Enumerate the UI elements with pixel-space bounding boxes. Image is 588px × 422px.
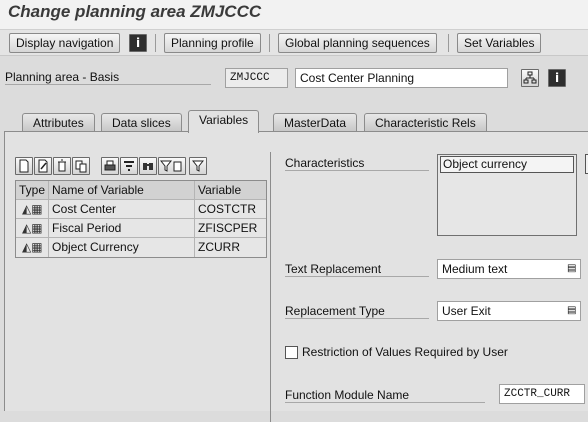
- characteristics-label: Characteristics: [285, 156, 429, 171]
- restriction-checkbox[interactable]: [285, 346, 298, 359]
- find-icon[interactable]: [139, 157, 157, 175]
- display-navigation-button[interactable]: Display navigation: [9, 33, 121, 53]
- table-cell-name: Cost Center: [49, 200, 195, 219]
- dropdown-icon: ▤: [567, 263, 577, 274]
- title-bar: Change planning area ZMJCCC: [0, 0, 588, 30]
- toolbar-separator: [155, 34, 156, 52]
- copy-icon[interactable]: [72, 157, 90, 175]
- set-variables-button[interactable]: Set Variables: [457, 33, 542, 53]
- grid-header-row: Type Name of Variable Variable: [16, 181, 266, 200]
- table-cell-variable: ZFISCPER: [198, 221, 258, 235]
- function-module-label: Function Module Name: [285, 388, 485, 403]
- replacement-type-dropdown[interactable]: User Exit ▤: [437, 301, 581, 321]
- filter-set-icon[interactable]: [158, 157, 186, 175]
- variable-type-icon: ◭▦: [22, 240, 43, 254]
- replacement-type-label: Replacement Type: [285, 304, 429, 319]
- info-icon[interactable]: i: [548, 69, 566, 87]
- tab-variables[interactable]: Variables: [188, 110, 260, 133]
- toolbar-separator: [269, 34, 270, 52]
- variable-type-icon: ◭▦: [22, 221, 43, 235]
- tab-masterdata[interactable]: MasterData: [273, 113, 358, 132]
- application-toolbar: Display navigation i Planning profile Gl…: [0, 30, 588, 56]
- planning-area-id-field: ZMJCCC: [225, 68, 288, 88]
- variables-list-area: Type Name of Variable Variable ◭▦ Cost C…: [11, 152, 271, 422]
- variable-type-icon: ◭▦: [22, 202, 43, 216]
- column-header-name[interactable]: Name of Variable: [49, 181, 195, 200]
- planning-area-label: Planning area - Basis: [5, 70, 211, 85]
- characteristics-selected-item[interactable]: Object currency: [440, 156, 574, 173]
- planning-area-description-field: Cost Center Planning: [295, 68, 508, 88]
- tab-attributes[interactable]: Attributes: [22, 113, 95, 132]
- text-replacement-dropdown[interactable]: Medium text ▤: [437, 259, 581, 279]
- column-header-type[interactable]: Type: [16, 181, 49, 200]
- dropdown-icon: ▤: [567, 305, 577, 316]
- global-planning-sequences-button[interactable]: Global planning sequences: [278, 33, 437, 53]
- table-row[interactable]: ◭▦ Fiscal Period ZFISCPER: [16, 219, 266, 238]
- edit-icon[interactable]: [34, 157, 52, 175]
- sort-icon[interactable]: [120, 157, 138, 175]
- hierarchy-icon[interactable]: [521, 69, 539, 87]
- page-title: Change planning area ZMJCCC: [8, 2, 262, 21]
- table-cell-variable: ZCURR: [198, 240, 240, 254]
- table-cell-variable: COSTCTR: [198, 202, 256, 216]
- tab-characteristic-rels[interactable]: Characteristic Rels: [364, 113, 487, 132]
- restriction-label: Restriction of Values Required by User: [302, 345, 508, 359]
- delete-icon[interactable]: [53, 157, 71, 175]
- planning-profile-button[interactable]: Planning profile: [164, 33, 261, 53]
- filter-icon[interactable]: [189, 157, 207, 175]
- replacement-type-value: User Exit: [442, 304, 491, 318]
- text-replacement-value: Medium text: [442, 262, 508, 276]
- tab-data-slices[interactable]: Data slices: [101, 113, 182, 132]
- characteristics-list[interactable]: Object currency: [437, 154, 577, 236]
- toolbar-separator: [448, 34, 449, 52]
- column-header-variable[interactable]: Variable: [195, 181, 268, 200]
- table-cell-name: Fiscal Period: [49, 219, 195, 238]
- table-cell-type: ◭▦: [16, 200, 49, 219]
- function-module-field[interactable]: ZCCTR_CURR: [499, 384, 585, 404]
- create-icon[interactable]: [15, 157, 33, 175]
- print-icon[interactable]: [101, 157, 119, 175]
- info-icon[interactable]: i: [129, 34, 147, 52]
- table-row[interactable]: ◭▦ Object Currency ZCURR: [16, 238, 266, 257]
- tab-strip: Attributes Data slices Variables MasterD…: [0, 110, 588, 133]
- table-cell-type: ◭▦: [16, 219, 49, 238]
- table-row[interactable]: ◭▦ Cost Center COSTCTR: [16, 200, 266, 219]
- variables-panel: Type Name of Variable Variable ◭▦ Cost C…: [4, 131, 588, 422]
- grid-toolbar: [15, 156, 267, 176]
- table-cell-type: ◭▦: [16, 238, 49, 257]
- variables-grid: Type Name of Variable Variable ◭▦ Cost C…: [15, 180, 267, 258]
- planning-area-header: Planning area - Basis ZMJCCC Cost Center…: [0, 62, 588, 96]
- table-cell-name: Object Currency: [49, 238, 195, 257]
- text-replacement-label: Text Replacement: [285, 262, 429, 277]
